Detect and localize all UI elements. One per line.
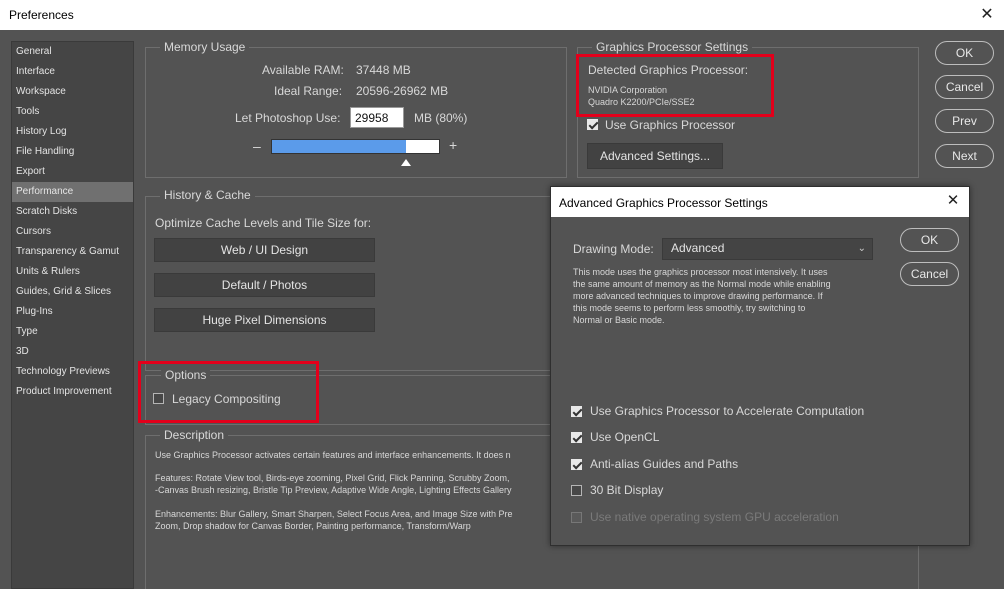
30-bit-display-label: 30 Bit Display [590, 483, 664, 497]
sidebar-item-technology-previews[interactable]: Technology Previews [12, 362, 133, 382]
next-button[interactable]: Next [935, 144, 994, 168]
sidebar-item-guides-grid-slices[interactable]: Guides, Grid & Slices [12, 282, 133, 302]
sidebar-item-cursors[interactable]: Cursors [12, 222, 133, 242]
sidebar-item-tools[interactable]: Tools [12, 102, 133, 122]
advanced-settings-button[interactable]: Advanced Settings... [587, 143, 723, 169]
native-gpu-acceleration-checkbox [571, 512, 582, 523]
sidebar-item-transparency-gamut[interactable]: Transparency & Gamut [12, 242, 133, 262]
memory-unit-label: MB (80%) [414, 111, 468, 125]
gpu-highlight-box [576, 54, 774, 117]
title-bar: Preferences ✕ [0, 0, 1004, 30]
default-photos-button[interactable]: Default / Photos [154, 273, 375, 297]
drawing-mode-desc-2: the same amount of memory as the Normal … [573, 279, 831, 289]
prev-button[interactable]: Prev [935, 109, 994, 133]
native-gpu-acceleration-label: Use native operating system GPU accelera… [590, 510, 839, 524]
sidebar-item-performance[interactable]: Performance [12, 182, 133, 202]
sidebar-item-history-log[interactable]: History Log [12, 122, 133, 142]
drawing-mode-desc-1: This mode uses the graphics processor mo… [573, 267, 828, 277]
memory-decrease-icon[interactable]: – [253, 138, 261, 154]
sidebar-item-product-improvement[interactable]: Product Improvement [12, 382, 133, 402]
dialog-ok-button[interactable]: OK [900, 228, 959, 252]
sidebar-item-export[interactable]: Export [12, 162, 133, 182]
ideal-range-value: 20596-26962 MB [356, 84, 449, 98]
web-ui-design-button[interactable]: Web / UI Design [154, 238, 375, 262]
sidebar-item-scratch-disks[interactable]: Scratch Disks [12, 202, 133, 222]
sidebar-item-file-handling[interactable]: File Handling [12, 142, 133, 162]
ideal-range-label: Ideal Range: [274, 84, 343, 98]
chevron-down-icon: ⌄ [857, 243, 866, 254]
description-line-4: Enhancements: Blur Gallery, Smart Sharpe… [155, 509, 513, 519]
description-line-2: Features: Rotate View tool, Birds-eye zo… [155, 473, 510, 483]
description-line-5: Zoom, Drop shadow for Canvas Border, Pai… [155, 521, 471, 531]
sidebar-item-workspace[interactable]: Workspace [12, 82, 133, 102]
optimize-label: Optimize Cache Levels and Tile Size for: [155, 216, 372, 230]
opencl-label: Use OpenCL [590, 430, 660, 444]
drawing-mode-label: Drawing Mode: [573, 242, 654, 256]
accelerate-computation-checkbox[interactable] [571, 406, 582, 417]
sidebar-item-plug-ins[interactable]: Plug-Ins [12, 302, 133, 322]
drawing-mode-desc-4: this mode seems to perform less smoothly… [573, 303, 806, 313]
memory-amount-input[interactable] [350, 107, 404, 128]
memory-slider[interactable] [271, 139, 440, 154]
sidebar-item-type[interactable]: Type [12, 322, 133, 342]
30-bit-display-checkbox[interactable] [571, 485, 582, 496]
window-title: Preferences [9, 8, 74, 22]
dialog-title-bar: Advanced Graphics Processor Settings ✕ [551, 187, 969, 217]
description-title: Description [160, 428, 229, 442]
dialog-title: Advanced Graphics Processor Settings [559, 196, 768, 210]
huge-pixel-dimensions-button[interactable]: Huge Pixel Dimensions [154, 308, 375, 332]
cancel-button[interactable]: Cancel [935, 75, 994, 99]
drawing-mode-value: Advanced [671, 241, 725, 255]
drawing-mode-desc-3: more advanced techniques to improve draw… [573, 291, 823, 301]
sidebar-item-interface[interactable]: Interface [12, 62, 133, 82]
memory-usage-title: Memory Usage [160, 40, 250, 54]
sidebar-item-3d[interactable]: 3D [12, 342, 133, 362]
ok-button[interactable]: OK [935, 41, 994, 65]
accelerate-computation-label: Use Graphics Processor to Accelerate Com… [590, 404, 865, 418]
sidebar: General Interface Workspace Tools Histor… [11, 41, 134, 589]
anti-alias-checkbox[interactable] [571, 459, 582, 470]
sidebar-item-general[interactable]: General [12, 42, 133, 62]
available-ram-label: Available RAM: [262, 63, 344, 77]
close-icon[interactable]: ✕ [976, 4, 998, 26]
description-line-3: -Canvas Brush resizing, Bristle Tip Prev… [155, 485, 512, 495]
dialog-cancel-button[interactable]: Cancel [900, 262, 959, 286]
memory-increase-icon[interactable]: + [449, 137, 457, 153]
use-gpu-checkbox[interactable] [587, 119, 598, 130]
opencl-checkbox[interactable] [571, 432, 582, 443]
dialog-close-icon[interactable]: ✕ [943, 191, 963, 211]
memory-slider-handle[interactable] [400, 159, 411, 166]
advanced-gpu-dialog: Advanced Graphics Processor Settings ✕ D… [550, 186, 970, 546]
description-line-1: Use Graphics Processor activates certain… [155, 450, 511, 460]
history-cache-title: History & Cache [160, 188, 255, 202]
let-photoshop-use-label: Let Photoshop Use: [235, 111, 341, 125]
sidebar-item-units-rulers[interactable]: Units & Rulers [12, 262, 133, 282]
drawing-mode-select[interactable]: Advanced ⌄ [662, 238, 873, 260]
use-gpu-label: Use Graphics Processor [605, 118, 736, 132]
memory-slider-fill [272, 140, 406, 153]
available-ram-value: 37448 MB [356, 63, 411, 77]
gpu-settings-title: Graphics Processor Settings [592, 40, 753, 54]
drawing-mode-desc-5: Normal or Basic mode. [573, 315, 665, 325]
options-highlight-box [138, 361, 319, 423]
anti-alias-label: Anti-alias Guides and Paths [590, 457, 739, 471]
